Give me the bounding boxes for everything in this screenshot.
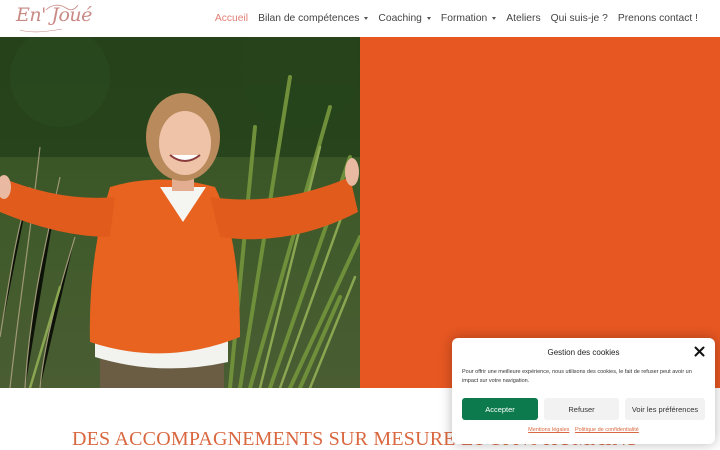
site-logo[interactable]: En' Joué: [16, 2, 92, 34]
nav-item-label: Coaching: [378, 12, 422, 24]
caret-down-icon: [492, 16, 497, 20]
nav-item-5[interactable]: Ateliers: [506, 13, 540, 24]
nav-item-4[interactable]: Formation: [440, 12, 497, 24]
caret-down-icon: [364, 16, 369, 20]
close-icon[interactable]: [694, 346, 705, 357]
cookie-links: Mentions légales Politique de confidenti…: [452, 427, 715, 433]
nav-item-6[interactable]: Qui suis-je ?: [551, 13, 608, 24]
nav-item-3[interactable]: Coaching: [378, 13, 431, 24]
nav-item-7[interactable]: Prenons contact !: [618, 13, 698, 24]
cookie-banner: Gestion des cookies Pour offrir une meil…: [452, 338, 715, 444]
portrait-image: [0, 37, 360, 388]
legal-notice-link[interactable]: Mentions légales: [528, 427, 569, 433]
nav-item-label: Accueil: [214, 12, 249, 24]
logo-swash-icon: [19, 4, 79, 33]
cookie-preferences-button[interactable]: Voir les préférences: [625, 398, 705, 420]
site-header: En' Joué Accueil Bilan de compétences Coac…: [0, 0, 720, 36]
cookie-title: Gestion des cookies: [547, 348, 620, 357]
nav-item-1[interactable]: Accueil: [215, 13, 248, 24]
caret-down-icon: [426, 16, 431, 20]
nav-item-2[interactable]: Bilan de compétences: [258, 12, 369, 24]
hero-photo: [0, 37, 360, 388]
privacy-policy-link[interactable]: Politique de confidentialité: [575, 427, 639, 433]
accept-cookies-button[interactable]: Accepter: [462, 398, 538, 420]
nav-item-label: Ateliers: [506, 12, 541, 24]
nav-item-label: Qui suis-je ?: [550, 12, 608, 24]
refuse-cookies-button[interactable]: Refuser: [544, 398, 619, 420]
nav-item-label: Prenons contact !: [617, 12, 698, 24]
nav-item-label: Bilan de compétences: [258, 12, 360, 24]
cookie-message: Pour offrir une meilleure expérience, no…: [462, 369, 692, 384]
hero-color-panel: [360, 37, 720, 388]
main-nav: Accueil Bilan de compétences Coaching Forma…: [215, 0, 698, 36]
nav-item-label: Formation: [440, 12, 488, 24]
